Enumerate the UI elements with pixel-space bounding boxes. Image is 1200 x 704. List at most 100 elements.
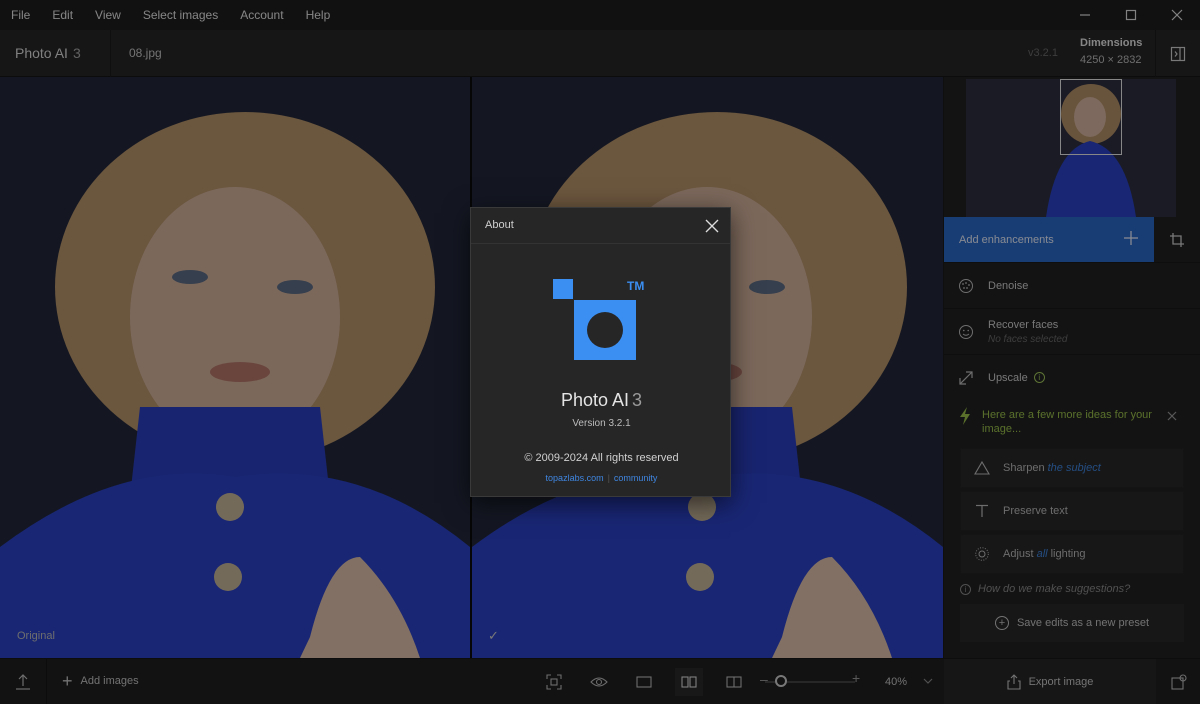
upload-icon <box>16 674 30 690</box>
toolbar-divider <box>46 659 47 704</box>
dimensions-value: 4250 × 2832 <box>1080 54 1142 66</box>
about-title: About <box>485 219 514 231</box>
recover-faces-status: No faces selected <box>988 333 1068 345</box>
dimensions-label: Dimensions <box>1080 37 1143 49</box>
sun-icon <box>975 547 989 561</box>
community-link[interactable]: community <box>614 473 658 483</box>
link-separator: | <box>607 473 610 483</box>
export-label: Export image <box>1028 676 1094 688</box>
upload-button[interactable] <box>12 671 34 696</box>
app-name: Photo AI <box>15 45 68 61</box>
sidebar-toggle-icon <box>1170 46 1186 61</box>
plus-icon: + <box>62 671 73 691</box>
about-version: Version 3.2.1 <box>572 418 631 429</box>
file-tab[interactable]: 08.jpg <box>129 46 162 60</box>
preview-check: ✓ <box>488 628 499 643</box>
topaz-logo-icon: TM <box>553 279 644 360</box>
adjust-suffix: lighting <box>1050 548 1086 560</box>
how-suggestions-link[interactable]: i How do we make suggestions? <box>960 583 1130 595</box>
info-icon[interactable]: i <box>1033 372 1045 384</box>
preserve-text-label: Preserve text <box>1003 505 1068 517</box>
enhancement-recover-faces[interactable]: Recover faces No faces selected <box>944 308 1200 354</box>
text-icon <box>976 504 988 517</box>
original-pane[interactable]: Original <box>0 77 470 658</box>
upscale-icon <box>959 370 973 385</box>
close-icon[interactable] <box>705 219 719 233</box>
dimensions-info: Dimensions 4250 × 2832 <box>1080 37 1142 66</box>
about-app-title: Photo AI <box>560 390 630 410</box>
add-images-label: Add images <box>80 675 139 687</box>
title-bar: Photo AI 3 08.jpg v3.2.1 Dimensions 4250 … <box>0 30 1200 77</box>
crop-button[interactable] <box>1154 217 1200 262</box>
plus-circle-icon: + <box>994 616 1009 630</box>
trademark-mark: TM <box>627 279 644 293</box>
preview-toggle-button[interactable] <box>585 668 613 696</box>
navigator-thumbnail[interactable] <box>966 79 1176 217</box>
bottom-toolbar: + Add images – + 40% Export image <box>0 658 1200 704</box>
side-by-side-view-button[interactable] <box>675 668 703 696</box>
upscale-label: Upscale i <box>988 372 1045 384</box>
right-panel: Add enhancements Denoise Recover faces N… <box>944 77 1200 658</box>
suggestion-sharpen[interactable]: Sharpen the subject <box>960 448 1184 488</box>
minimize-button[interactable] <box>1062 0 1108 30</box>
minimize-icon <box>1080 14 1090 16</box>
export-image-button[interactable]: Export image <box>944 659 1156 704</box>
zoom-out-button[interactable]: – <box>760 671 768 687</box>
suggestion-preserve-text[interactable]: Preserve text <box>960 491 1184 531</box>
chevron-down-icon[interactable] <box>922 675 934 687</box>
menu-file[interactable]: File <box>0 0 41 30</box>
dismiss-ideas-icon[interactable] <box>1166 410 1178 422</box>
denoise-icon <box>959 278 973 293</box>
maximize-button[interactable] <box>1108 0 1154 30</box>
focus-icon <box>546 674 562 690</box>
how-suggestions-text: How do we make suggestions? <box>978 583 1131 595</box>
zoom-in-button[interactable]: + <box>852 670 860 686</box>
menu-edit[interactable]: Edit <box>41 0 84 30</box>
crop-icon <box>1170 232 1184 247</box>
suggestion-adjust-lighting[interactable]: Adjust all lighting <box>960 534 1184 574</box>
about-header: About <box>471 208 730 244</box>
app-title: Photo AI 3 <box>15 45 81 61</box>
menu-account[interactable]: Account <box>229 0 294 30</box>
side-by-side-icon <box>681 676 697 688</box>
original-label: Original <box>17 630 55 642</box>
eye-icon <box>590 677 608 687</box>
recover-faces-label: Recover faces <box>988 318 1059 331</box>
triangle-icon <box>974 460 990 475</box>
single-view-icon <box>636 676 652 688</box>
add-enhancements-button[interactable]: Add enhancements <box>944 217 1154 262</box>
zoom-level[interactable]: 40% <box>885 676 907 688</box>
about-app-version: 3 <box>632 390 643 410</box>
toggle-panel-button[interactable] <box>1155 30 1200 77</box>
about-app-name: Photo AI 3 <box>471 390 732 411</box>
viewport-frame[interactable] <box>1060 79 1122 155</box>
zoom-slider-handle[interactable] <box>775 675 787 687</box>
sharpen-text: Sharpen <box>1003 462 1045 474</box>
menu-bar: File Edit View Select images Account Hel… <box>0 0 1200 30</box>
ideas-banner: Here are a few more ideas for your image… <box>944 402 1200 442</box>
single-view-button[interactable] <box>630 668 658 696</box>
app-version: 3 <box>72 45 81 61</box>
version-label: v3.2.1 <box>1028 47 1058 59</box>
about-links: topazlabs.com | community <box>471 473 732 483</box>
lightning-icon <box>960 407 970 425</box>
export-settings-button[interactable] <box>1157 659 1200 704</box>
enhancement-upscale[interactable]: Upscale i <box>944 354 1200 400</box>
sharpen-target: the subject <box>1047 462 1101 474</box>
save-preset-button[interactable]: + Save edits as a new preset <box>960 604 1184 642</box>
add-enhancements-label: Add enhancements <box>959 233 1054 246</box>
upscale-text: Upscale <box>988 371 1028 384</box>
menu-help[interactable]: Help <box>295 0 342 30</box>
info-icon: i <box>960 583 971 595</box>
menu-select-images[interactable]: Select images <box>132 0 229 30</box>
split-view-button[interactable] <box>720 668 748 696</box>
enhancement-denoise[interactable]: Denoise <box>944 262 1200 308</box>
title-divider <box>110 30 111 77</box>
close-window-button[interactable] <box>1154 0 1200 30</box>
maximize-icon <box>1125 9 1137 21</box>
window-controls <box>1062 0 1200 30</box>
website-link[interactable]: topazlabs.com <box>546 473 604 483</box>
menu-view[interactable]: View <box>84 0 132 30</box>
add-images-button[interactable]: + Add images <box>62 671 139 691</box>
select-subject-button[interactable] <box>540 668 568 696</box>
